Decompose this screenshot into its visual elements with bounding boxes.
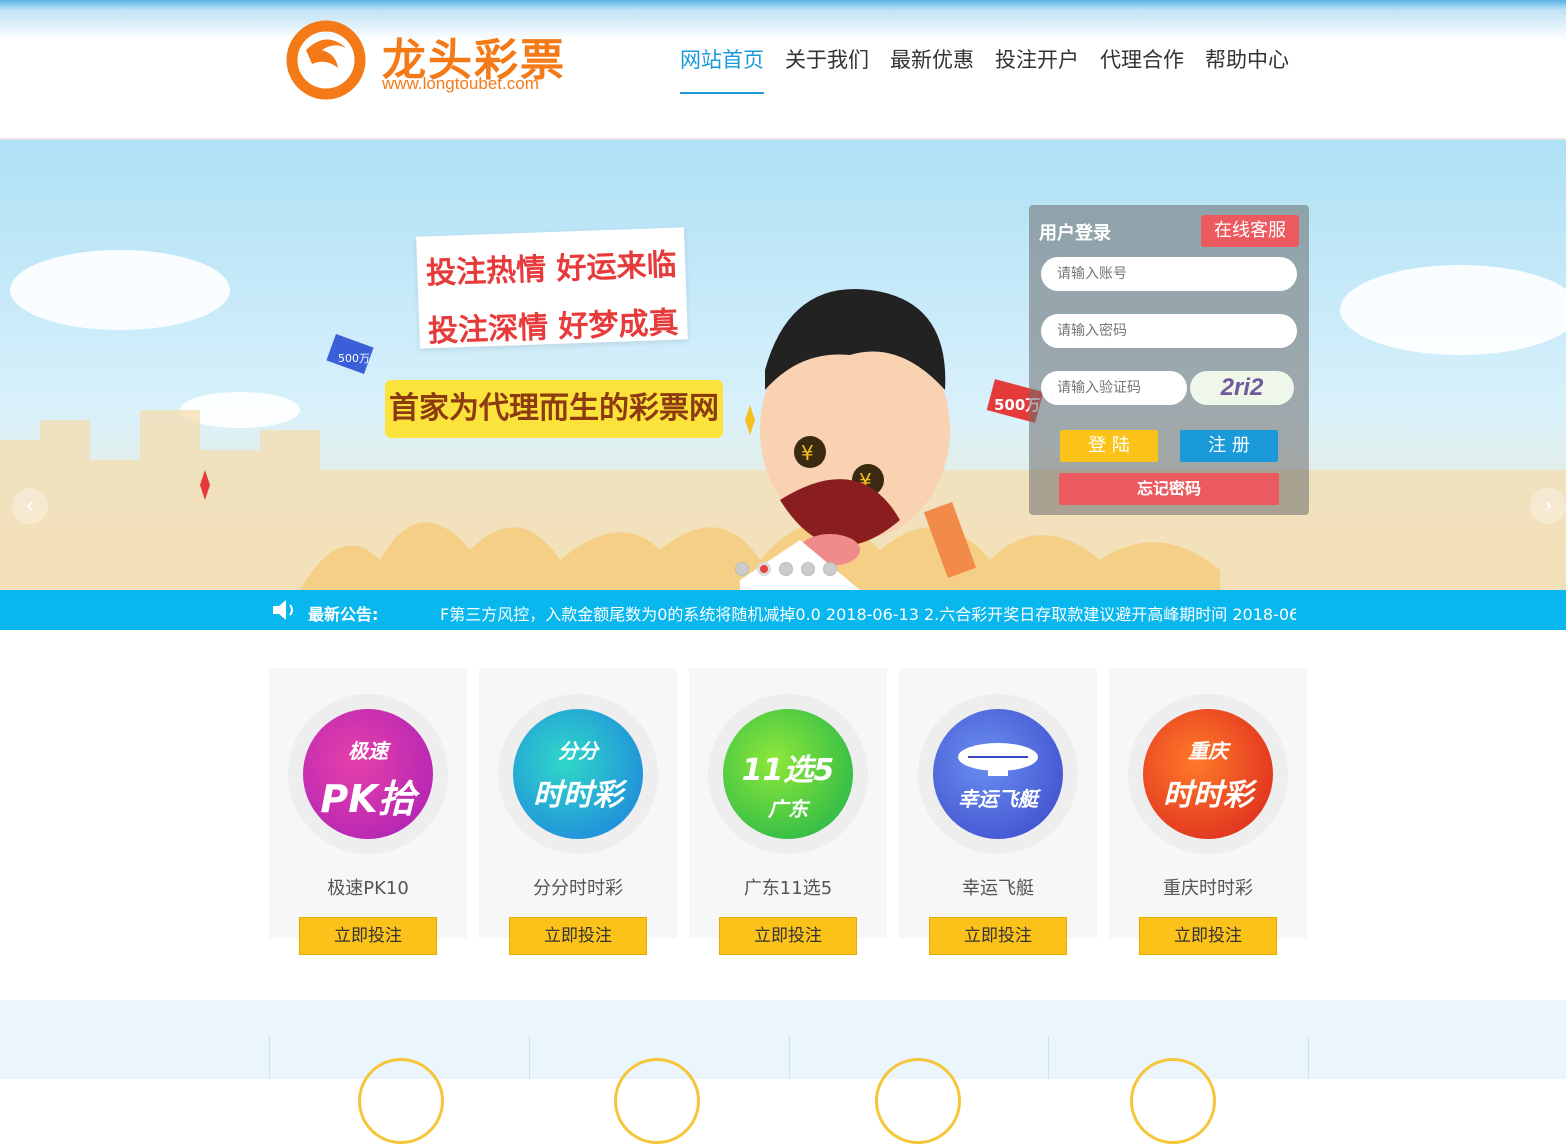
speaker-icon [273,600,293,620]
slider-dots [735,562,845,576]
login-panel: 用户登录 在线客服 2ri2 登 陆 注 册 忘记密码 [1029,205,1309,515]
game-icon-ring: 11选5 广东 [708,694,868,854]
game-icon-text-top: 极速 [348,739,388,763]
banner-next-arrow[interactable]: › [1530,488,1566,524]
logo-url: www.longtoubet.com [382,74,539,93]
game-icon-ring: 重庆 时时彩 [1128,694,1288,854]
slider-dot-5[interactable] [823,562,837,576]
divider [1048,1036,1049,1079]
game-icon-text-bottom: 广东 [768,797,808,821]
login-title: 用户登录 [1039,223,1111,244]
game-icon-text-main: 幸运飞艇 [958,787,1038,811]
xyft-icon: 幸运飞艇 [933,709,1063,839]
slider-dot-3[interactable] [779,562,793,576]
notice-marquee[interactable]: F第三方风控，入款金额尾数为0的系统将随机减掉0.0 2018-06-13 2.… [440,601,1296,625]
bet-now-button[interactable]: 立即投注 [929,917,1067,955]
nav-help[interactable]: 帮助中心 [1205,44,1289,94]
game-icon-text-main: 时时彩 [533,778,623,813]
features-section [0,1000,1566,1079]
divider [1308,1036,1309,1079]
online-service-button[interactable]: 在线客服 [1201,215,1299,247]
game-icon-text-top: 重庆 [1188,739,1228,763]
game-name: 广东11选5 [743,878,833,899]
nav-agent[interactable]: 代理合作 [1100,44,1184,94]
banner-illustration: ¥ ¥ 500万 500万 [0,250,1566,590]
banner-tagline: 首家为代理而生的彩票网 [385,380,723,438]
forgot-password-button[interactable]: 忘记密码 [1059,473,1279,505]
nav-promotions[interactable]: 最新优惠 [890,44,974,94]
slider-dot-2[interactable] [757,562,771,576]
game-name: 极速PK10 [327,878,409,899]
captcha-input[interactable] [1041,371,1187,405]
svg-text:¥: ¥ [801,441,814,465]
slogan-line-2: 投注深情 好梦成真 [427,305,680,350]
svg-text:500万: 500万 [338,352,370,365]
main-nav: 网站首页 关于我们 最新优惠 投注开户 代理合作 帮助中心 [680,44,1310,94]
password-input[interactable] [1041,314,1297,348]
slider-dot-1[interactable] [735,562,749,576]
pk10-icon: 极速 PK拾 [303,709,433,839]
game-card-xyft[interactable]: 幸运飞艇 幸运飞艇 立即投注 [899,668,1097,955]
account-input[interactable] [1041,257,1297,291]
feature-icon [358,1058,444,1144]
divider [789,1036,790,1079]
game-card-gd11x5[interactable]: 11选5 广东 广东11选5 立即投注 [689,668,887,955]
feature-icon [875,1058,961,1144]
ffssc-icon: 分分 时时彩 [513,709,643,839]
cqssc-icon: 重庆 时时彩 [1143,709,1273,839]
feature-icon [614,1058,700,1144]
bet-now-button[interactable]: 立即投注 [1139,917,1277,955]
game-icon-ring: 分分 时时彩 [498,694,658,854]
game-icon-text-main: PK拾 [320,777,416,821]
game-name: 重庆时时彩 [1163,878,1253,899]
banner-prev-arrow[interactable]: ‹ [12,488,48,524]
bet-now-button[interactable]: 立即投注 [299,917,437,955]
captcha-image[interactable]: 2ri2 [1190,371,1294,405]
divider [529,1036,530,1079]
nav-about[interactable]: 关于我们 [785,44,869,94]
game-card-pk10[interactable]: 极速 PK拾 极速PK10 立即投注 [269,668,467,955]
game-card-ffssc[interactable]: 分分 时时彩 分分时时彩 立即投注 [479,668,677,955]
notice-bar: 最新公告: F第三方风控，入款金额尾数为0的系统将随机减掉0.0 2018-06… [0,590,1566,630]
divider [269,1036,270,1079]
gd11x5-icon: 11选5 广东 [723,709,853,839]
game-icon-ring: 极速 PK拾 [288,694,448,854]
game-card-cqssc[interactable]: 重庆 时时彩 重庆时时彩 立即投注 [1109,668,1307,955]
game-name: 幸运飞艇 [962,878,1034,899]
game-name: 分分时时彩 [533,878,623,899]
banner-slogan: 投注热情 好运来临 投注深情 好梦成真 [416,227,688,350]
bet-now-button[interactable]: 立即投注 [509,917,647,955]
hero-banner: ¥ ¥ 500万 500万 ‹ › [0,140,1566,590]
airship-icon [958,743,1038,776]
notice-label: 最新公告: [308,605,379,624]
game-icon-text-main: 时时彩 [1163,778,1253,813]
feature-icon [1130,1058,1216,1144]
register-button[interactable]: 注 册 [1180,430,1278,462]
slider-dot-4[interactable] [801,562,815,576]
game-icon-text-main: 11选5 [741,753,835,788]
slogan-line-1: 投注热情 好运来临 [425,247,678,292]
dragon-logo-icon [286,20,366,100]
nav-home[interactable]: 网站首页 [680,44,764,94]
game-icon-ring: 幸运飞艇 [918,694,1078,854]
site-logo[interactable]: 龙头彩票 www.longtoubet.com [286,20,566,104]
site-header: 龙头彩票 www.longtoubet.com 网站首页 关于我们 最新优惠 投… [0,0,1566,140]
login-button[interactable]: 登 陆 [1060,430,1158,462]
nav-open-account[interactable]: 投注开户 [995,44,1079,94]
bet-now-button[interactable]: 立即投注 [719,917,857,955]
game-icon-text-top: 分分 [558,739,598,763]
